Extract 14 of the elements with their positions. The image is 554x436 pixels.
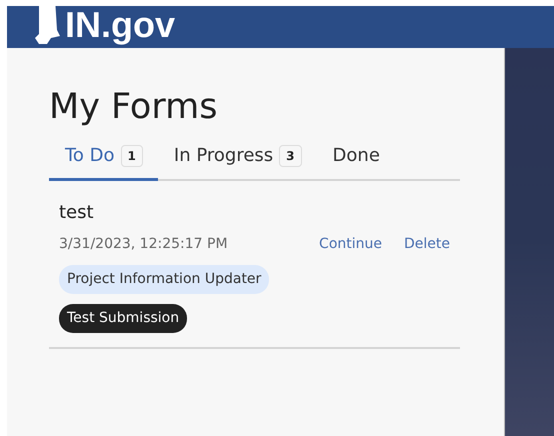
status-tag: Test Submission <box>59 304 188 333</box>
state-map-icon <box>35 6 61 44</box>
page-title: My Forms <box>49 86 218 128</box>
form-tag: Project Information Updater <box>59 265 270 294</box>
count-badge: 1 <box>120 144 143 166</box>
site-logo[interactable]: IN.gov <box>65 6 176 43</box>
count-badge: 3 <box>279 144 302 166</box>
form-name: test <box>59 201 95 225</box>
tab[interactable]: To Do 1 <box>49 136 158 181</box>
form-date: 3/31/2023, 12:25:17 PM <box>59 235 229 254</box>
delete-link[interactable]: Delete <box>404 234 450 255</box>
tab[interactable]: Done <box>316 136 395 181</box>
continue-link[interactable]: Continue <box>319 234 382 255</box>
tab[interactable]: In Progress 3 <box>158 136 317 181</box>
